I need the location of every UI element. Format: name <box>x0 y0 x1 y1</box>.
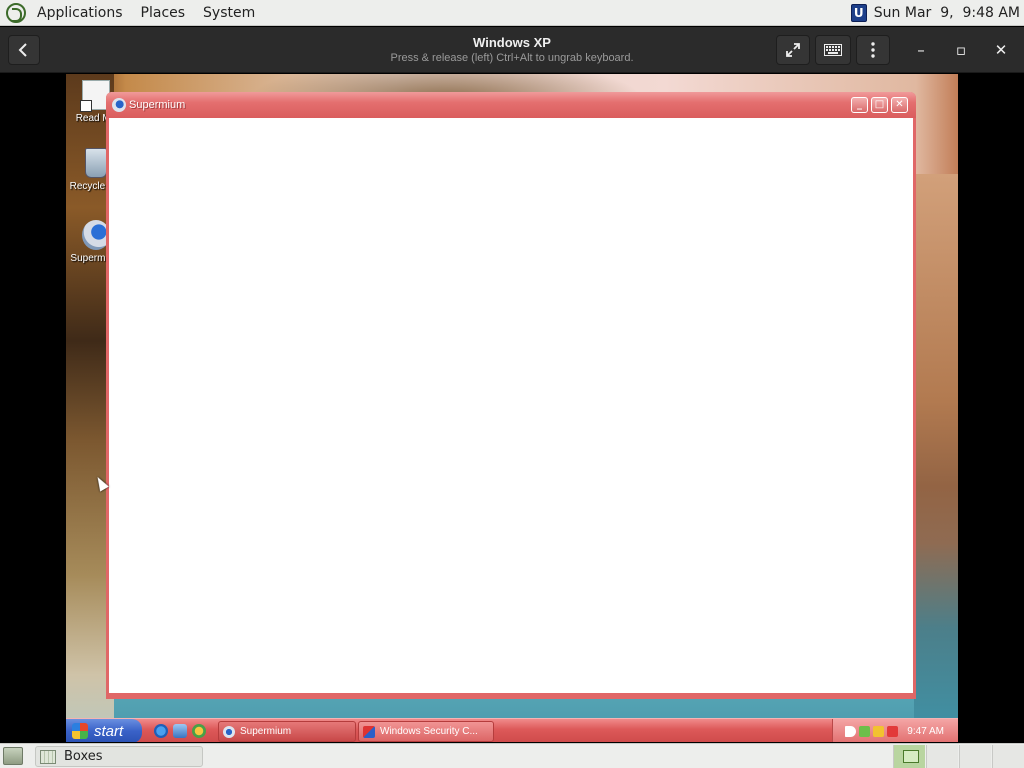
close-icon: ✕ <box>895 99 904 110</box>
start-button[interactable]: start <box>66 719 142 742</box>
boxes-app-icon <box>40 749 56 764</box>
boxes-header-bar: Windows XP Press & release (left) Ctrl+A… <box>0 27 1024 73</box>
volume-icon[interactable] <box>845 725 857 737</box>
show-desktop-icon[interactable] <box>173 724 187 738</box>
workspace-1[interactable] <box>893 745 925 768</box>
wallpaper-right-hill <box>914 174 958 742</box>
applications-menu-label: Applications <box>37 4 123 21</box>
system-menu[interactable]: System <box>194 0 264 26</box>
window-list-label: Boxes <box>64 749 103 764</box>
taskbar-button-supermium[interactable]: Supermium <box>218 721 356 742</box>
show-desktop-button[interactable] <box>3 747 23 765</box>
vm-subtitle: Press & release (left) Ctrl+Alt to ungra… <box>390 52 634 64</box>
vm-display[interactable]: Read Me Recycle Bin Supermium Supermium … <box>66 74 958 742</box>
xp-maximize-button[interactable]: □ <box>871 97 888 113</box>
places-menu-label: Places <box>140 4 186 21</box>
xp-close-button[interactable]: ✕ <box>891 97 908 113</box>
window-titlebar[interactable]: Supermium _ □ ✕ <box>106 92 916 118</box>
window-minimize-button[interactable]: – <box>909 38 933 62</box>
security-center-icon <box>363 725 375 738</box>
network-icon[interactable] <box>859 725 871 737</box>
windows-flag-icon <box>72 723 88 739</box>
keyboard-button[interactable] <box>815 35 851 65</box>
window-list-item-boxes[interactable]: Boxes <box>35 746 203 767</box>
taskbar-button-security-center[interactable]: Windows Security C... <box>358 721 494 742</box>
fullscreen-button[interactable] <box>776 35 810 65</box>
xp-clock[interactable]: 9:47 AM <box>907 726 944 737</box>
xp-taskbar: start Supermium Windows Security C... 9:… <box>66 718 958 742</box>
menu-button[interactable] <box>856 35 890 65</box>
workspace-3[interactable] <box>959 745 991 768</box>
media-player-icon[interactable] <box>192 724 206 738</box>
update-notifier-icon[interactable]: U <box>850 3 867 22</box>
xp-minimize-button[interactable]: _ <box>851 97 868 113</box>
taskbar-button-label: Windows Security C... <box>380 726 478 737</box>
keyboard-icon <box>824 44 842 56</box>
top-panel: Applications Places System U Sun Mar 9, … <box>0 0 1024 26</box>
minimize-icon: – <box>917 41 925 59</box>
workspace-4[interactable] <box>992 745 1024 768</box>
bottom-panel: Boxes <box>0 743 1024 768</box>
kebab-menu-icon <box>871 42 875 58</box>
security-shield-icon[interactable] <box>873 725 885 737</box>
fullscreen-icon <box>786 43 800 57</box>
back-button[interactable] <box>8 35 40 65</box>
panel-clock[interactable]: Sun Mar 9, 9:48 AM <box>874 5 1020 21</box>
vm-title: Windows XP <box>473 35 551 50</box>
maximize-icon: □ <box>874 99 885 110</box>
supermium-window[interactable]: Supermium _ □ ✕ <box>106 92 916 699</box>
internet-explorer-icon[interactable] <box>154 724 168 738</box>
system-menu-label: System <box>203 4 256 21</box>
system-tray: 9:47 AM <box>832 719 958 742</box>
close-icon: ✕ <box>994 41 1008 59</box>
supermium-icon <box>223 725 235 738</box>
window-maximize-button[interactable]: ▫ <box>949 38 973 62</box>
alert-icon[interactable] <box>887 725 899 737</box>
minimize-icon: _ <box>857 99 862 110</box>
gnome-foot-icon[interactable] <box>6 2 26 23</box>
window-close-button[interactable]: ✕ <box>989 38 1013 62</box>
taskbar-button-label: Supermium <box>240 726 292 737</box>
window-content-area[interactable] <box>109 118 913 696</box>
window-title: Supermium <box>129 99 186 111</box>
top-panel-tray: U Sun Mar 9, 9:48 AM <box>850 0 1024 26</box>
chevron-left-icon <box>18 43 27 57</box>
workspace-2[interactable] <box>926 745 958 768</box>
places-menu[interactable]: Places <box>132 0 195 26</box>
applications-menu[interactable]: Applications <box>28 0 132 26</box>
recycle-bin-icon <box>85 148 107 178</box>
start-label: start <box>94 722 124 740</box>
maximize-icon: ▫ <box>955 41 967 59</box>
supermium-icon <box>112 98 126 112</box>
